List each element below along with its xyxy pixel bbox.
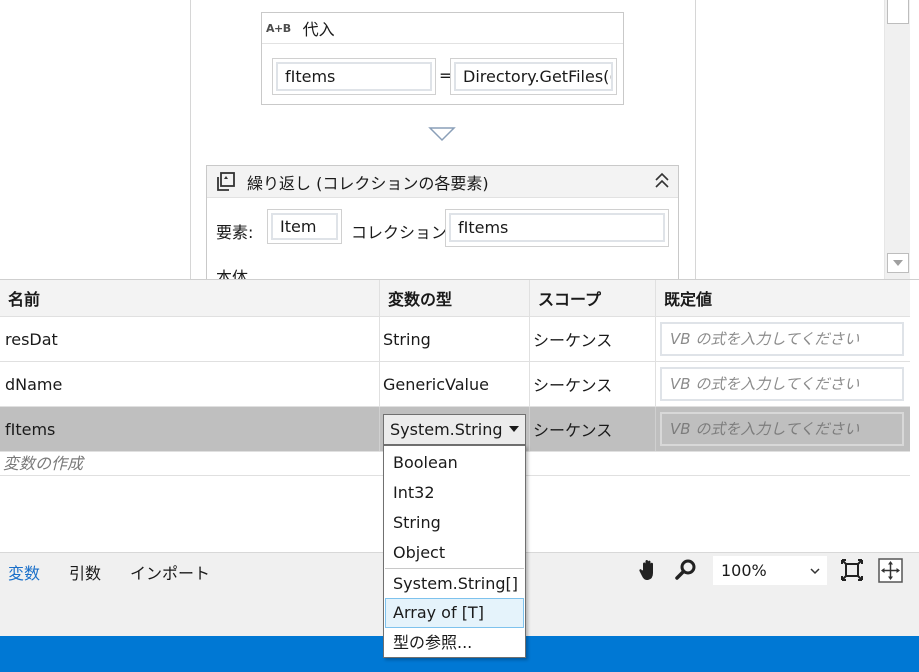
variable-name[interactable]: resDat — [0, 317, 380, 361]
scrollbar-thumb[interactable] — [887, 0, 909, 24]
tab-arguments[interactable]: 引数 — [69, 560, 101, 584]
assign-header: A+B 代入 — [262, 13, 623, 44]
type-option-array-of-t[interactable]: Array of [T] — [385, 598, 524, 628]
zoom-combobox[interactable]: 100% — [713, 556, 827, 585]
search-icon[interactable] — [674, 558, 698, 582]
flow-arrow-icon — [428, 127, 456, 142]
tab-variables[interactable]: 変数 — [8, 560, 40, 584]
dropdown-arrow-icon — [509, 426, 519, 432]
variable-scope[interactable]: シーケンス — [530, 317, 656, 361]
overview-icon[interactable] — [878, 558, 903, 583]
zoom-value: 100% — [721, 561, 767, 580]
variable-type[interactable]: String — [380, 317, 530, 361]
header-name[interactable]: 名前 — [0, 280, 380, 316]
workflow-designer[interactable]: A+B 代入 fItems = Directory.GetFiles(( 繰り返… — [0, 0, 919, 279]
variable-type-dropdown-list: Boolean Int32 String Object System.Strin… — [383, 445, 526, 658]
assign-to-field[interactable]: fItems — [272, 58, 436, 95]
variable-default-cell: VB の式を入力してください — [656, 362, 910, 406]
type-option-string-array[interactable]: System.String[] — [385, 568, 524, 598]
collection-label: コレクション: — [351, 223, 453, 242]
type-option-browse-types[interactable]: 型の参照... — [385, 628, 524, 658]
default-value-input[interactable]: VB の式を入力してください — [660, 322, 904, 356]
chevron-down-icon — [810, 568, 820, 575]
table-row[interactable]: resDat String シーケンス VB の式を入力してください — [0, 317, 910, 362]
assign-title: 代入 — [302, 20, 335, 39]
variable-type[interactable]: GenericValue — [380, 362, 530, 406]
collection-field[interactable]: fItems — [445, 209, 669, 247]
default-value-input[interactable]: VB の式を入力してください — [660, 367, 904, 401]
variable-default-cell: VB の式を入力してください — [656, 407, 910, 451]
collapse-chevron-icon[interactable] — [652, 171, 672, 191]
assign-body: fItems = Directory.GetFiles(( — [272, 58, 617, 95]
tab-imports[interactable]: インポート — [130, 560, 210, 584]
assign-activity[interactable]: A+B 代入 fItems = Directory.GetFiles(( — [261, 12, 624, 105]
variable-type-combobox[interactable]: System.String — [383, 414, 526, 445]
loop-icon — [217, 171, 235, 191]
default-value-input[interactable]: VB の式を入力してください — [660, 412, 904, 446]
header-type[interactable]: 変数の型 — [380, 280, 530, 316]
item-label: 要素: — [216, 223, 254, 242]
type-combo-value: System.String — [390, 420, 503, 439]
type-option-boolean[interactable]: Boolean — [385, 448, 524, 478]
variable-name[interactable]: dName — [0, 362, 380, 406]
vertical-scrollbar[interactable] — [884, 0, 910, 279]
foreach-header: 繰り返し (コレクションの各要素) — [207, 166, 678, 198]
header-scope[interactable]: スコープ — [530, 280, 656, 316]
variable-scope[interactable]: シーケンス — [530, 407, 656, 451]
foreach-activity[interactable]: 繰り返し (コレクションの各要素) 要素: Item コレクション: fItem… — [206, 165, 679, 279]
type-option-int32[interactable]: Int32 — [385, 478, 524, 508]
chevron-down-icon — [893, 259, 903, 266]
fit-to-screen-icon[interactable] — [840, 558, 864, 582]
table-row[interactable]: dName GenericValue シーケンス VB の式を入力してください — [0, 362, 910, 407]
type-option-object[interactable]: Object — [385, 538, 524, 568]
assign-value-field[interactable]: Directory.GetFiles(( — [450, 58, 617, 95]
header-default[interactable]: 既定値 — [656, 280, 910, 316]
hand-icon[interactable] — [636, 558, 660, 582]
variable-scope[interactable]: シーケンス — [530, 362, 656, 406]
body-label: 本体 — [216, 268, 249, 279]
variable-default-cell: VB の式を入力してください — [656, 317, 910, 361]
item-field[interactable]: Item — [267, 209, 342, 244]
scroll-down-button[interactable] — [887, 253, 909, 273]
assign-icon: A+B — [266, 21, 291, 35]
foreach-title: 繰り返し (コレクションの各要素) — [247, 173, 489, 193]
variable-name[interactable]: fItems — [0, 407, 380, 451]
type-option-string[interactable]: String — [385, 508, 524, 538]
grid-header: 名前 変数の型 スコープ 既定値 — [0, 280, 910, 317]
